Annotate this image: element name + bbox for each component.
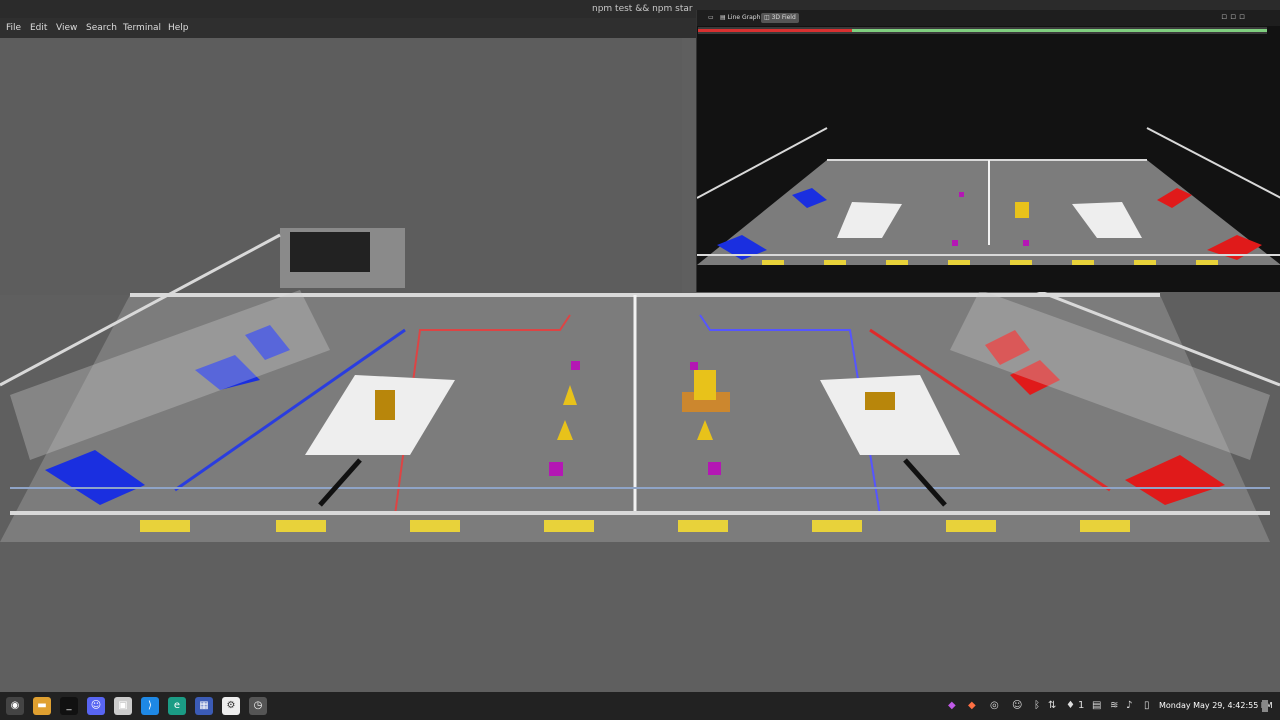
music-icon[interactable]: ♪ [1126,700,1132,711]
tab-3d-field-label: 3D Field [771,14,796,21]
battery-icon[interactable]: ▯ [1144,700,1150,711]
window-title: npm test && npm star [592,4,693,14]
sim-health-bar [698,27,1267,34]
tray-app-icon[interactable]: ◆ [948,700,956,711]
menu-view[interactable]: View [56,23,77,33]
taskbar: ◉ ▬ _ ☺ ▣ ⟩ e ▦ ⚙ ◷ ◆ ◆ ◎ ☺ ᛒ ⇅ ♦ 1 ▤ ≋ … [0,692,1280,720]
window-controls[interactable]: ▫ ▫ ▫ [1221,12,1245,22]
timer-icon[interactable]: ◷ [249,697,267,715]
simulator-window[interactable]: ▭ ▤ Line Graph ◫ 3D Field ▫ ▫ ▫ [696,10,1280,292]
image-viewer-icon[interactable]: ▣ [114,697,132,715]
obs-icon[interactable]: ◎ [990,700,999,711]
menu-terminal[interactable]: Terminal [123,23,161,33]
menu-icon[interactable]: ◉ [6,697,24,715]
menu-help[interactable]: Help [168,23,189,33]
vscode-icon[interactable]: ⟩ [141,697,159,715]
menu-search[interactable]: Search [86,23,117,33]
menu-file[interactable]: File [6,23,21,33]
settings-icon[interactable]: ⚙ [222,697,240,715]
mini-field-view[interactable] [697,120,1280,280]
edge-icon[interactable]: e [168,697,186,715]
printer-icon[interactable]: ▤ [1092,700,1101,711]
sim-window-icon: ▭ [708,14,714,21]
bluetooth-icon[interactable]: ᛒ [1034,700,1040,711]
cube-piece [571,361,580,370]
health-green-fill [852,29,1267,32]
show-desktop-button[interactable] [1262,700,1268,712]
discord-icon[interactable]: ☺ [87,697,105,715]
health-red-fill [698,29,852,32]
tray-app-icon-2[interactable]: ◆ [968,700,976,711]
tab-line-graph-label: Line Graph [727,14,761,21]
menu-edit[interactable]: Edit [30,23,47,33]
calculator-icon[interactable]: ▦ [195,697,213,715]
tab-3d-field[interactable]: ◫ 3D Field [761,13,799,23]
cube-piece [708,462,721,475]
wifi-icon[interactable]: ≋ [1110,700,1118,711]
workspace-icon[interactable]: ♦ [1066,700,1075,711]
cube-piece [549,462,563,476]
network-icon[interactable]: ⇅ [1048,700,1056,711]
files-icon[interactable]: ▬ [33,697,51,715]
discord-tray-icon[interactable]: ☺ [1012,700,1022,711]
clock[interactable]: Monday May 29, 4:42:55 PM [1159,701,1273,710]
graph-icon: ▤ [720,14,728,21]
field-icon: ◫ [764,14,772,21]
workspace-number: 1 [1078,700,1085,711]
terminal-icon[interactable]: _ [60,697,78,715]
tab-line-graph[interactable]: ▤ Line Graph [717,13,763,23]
sim-tab-bar: ▭ ▤ Line Graph ◫ 3D Field ▫ ▫ ▫ [697,10,1280,26]
